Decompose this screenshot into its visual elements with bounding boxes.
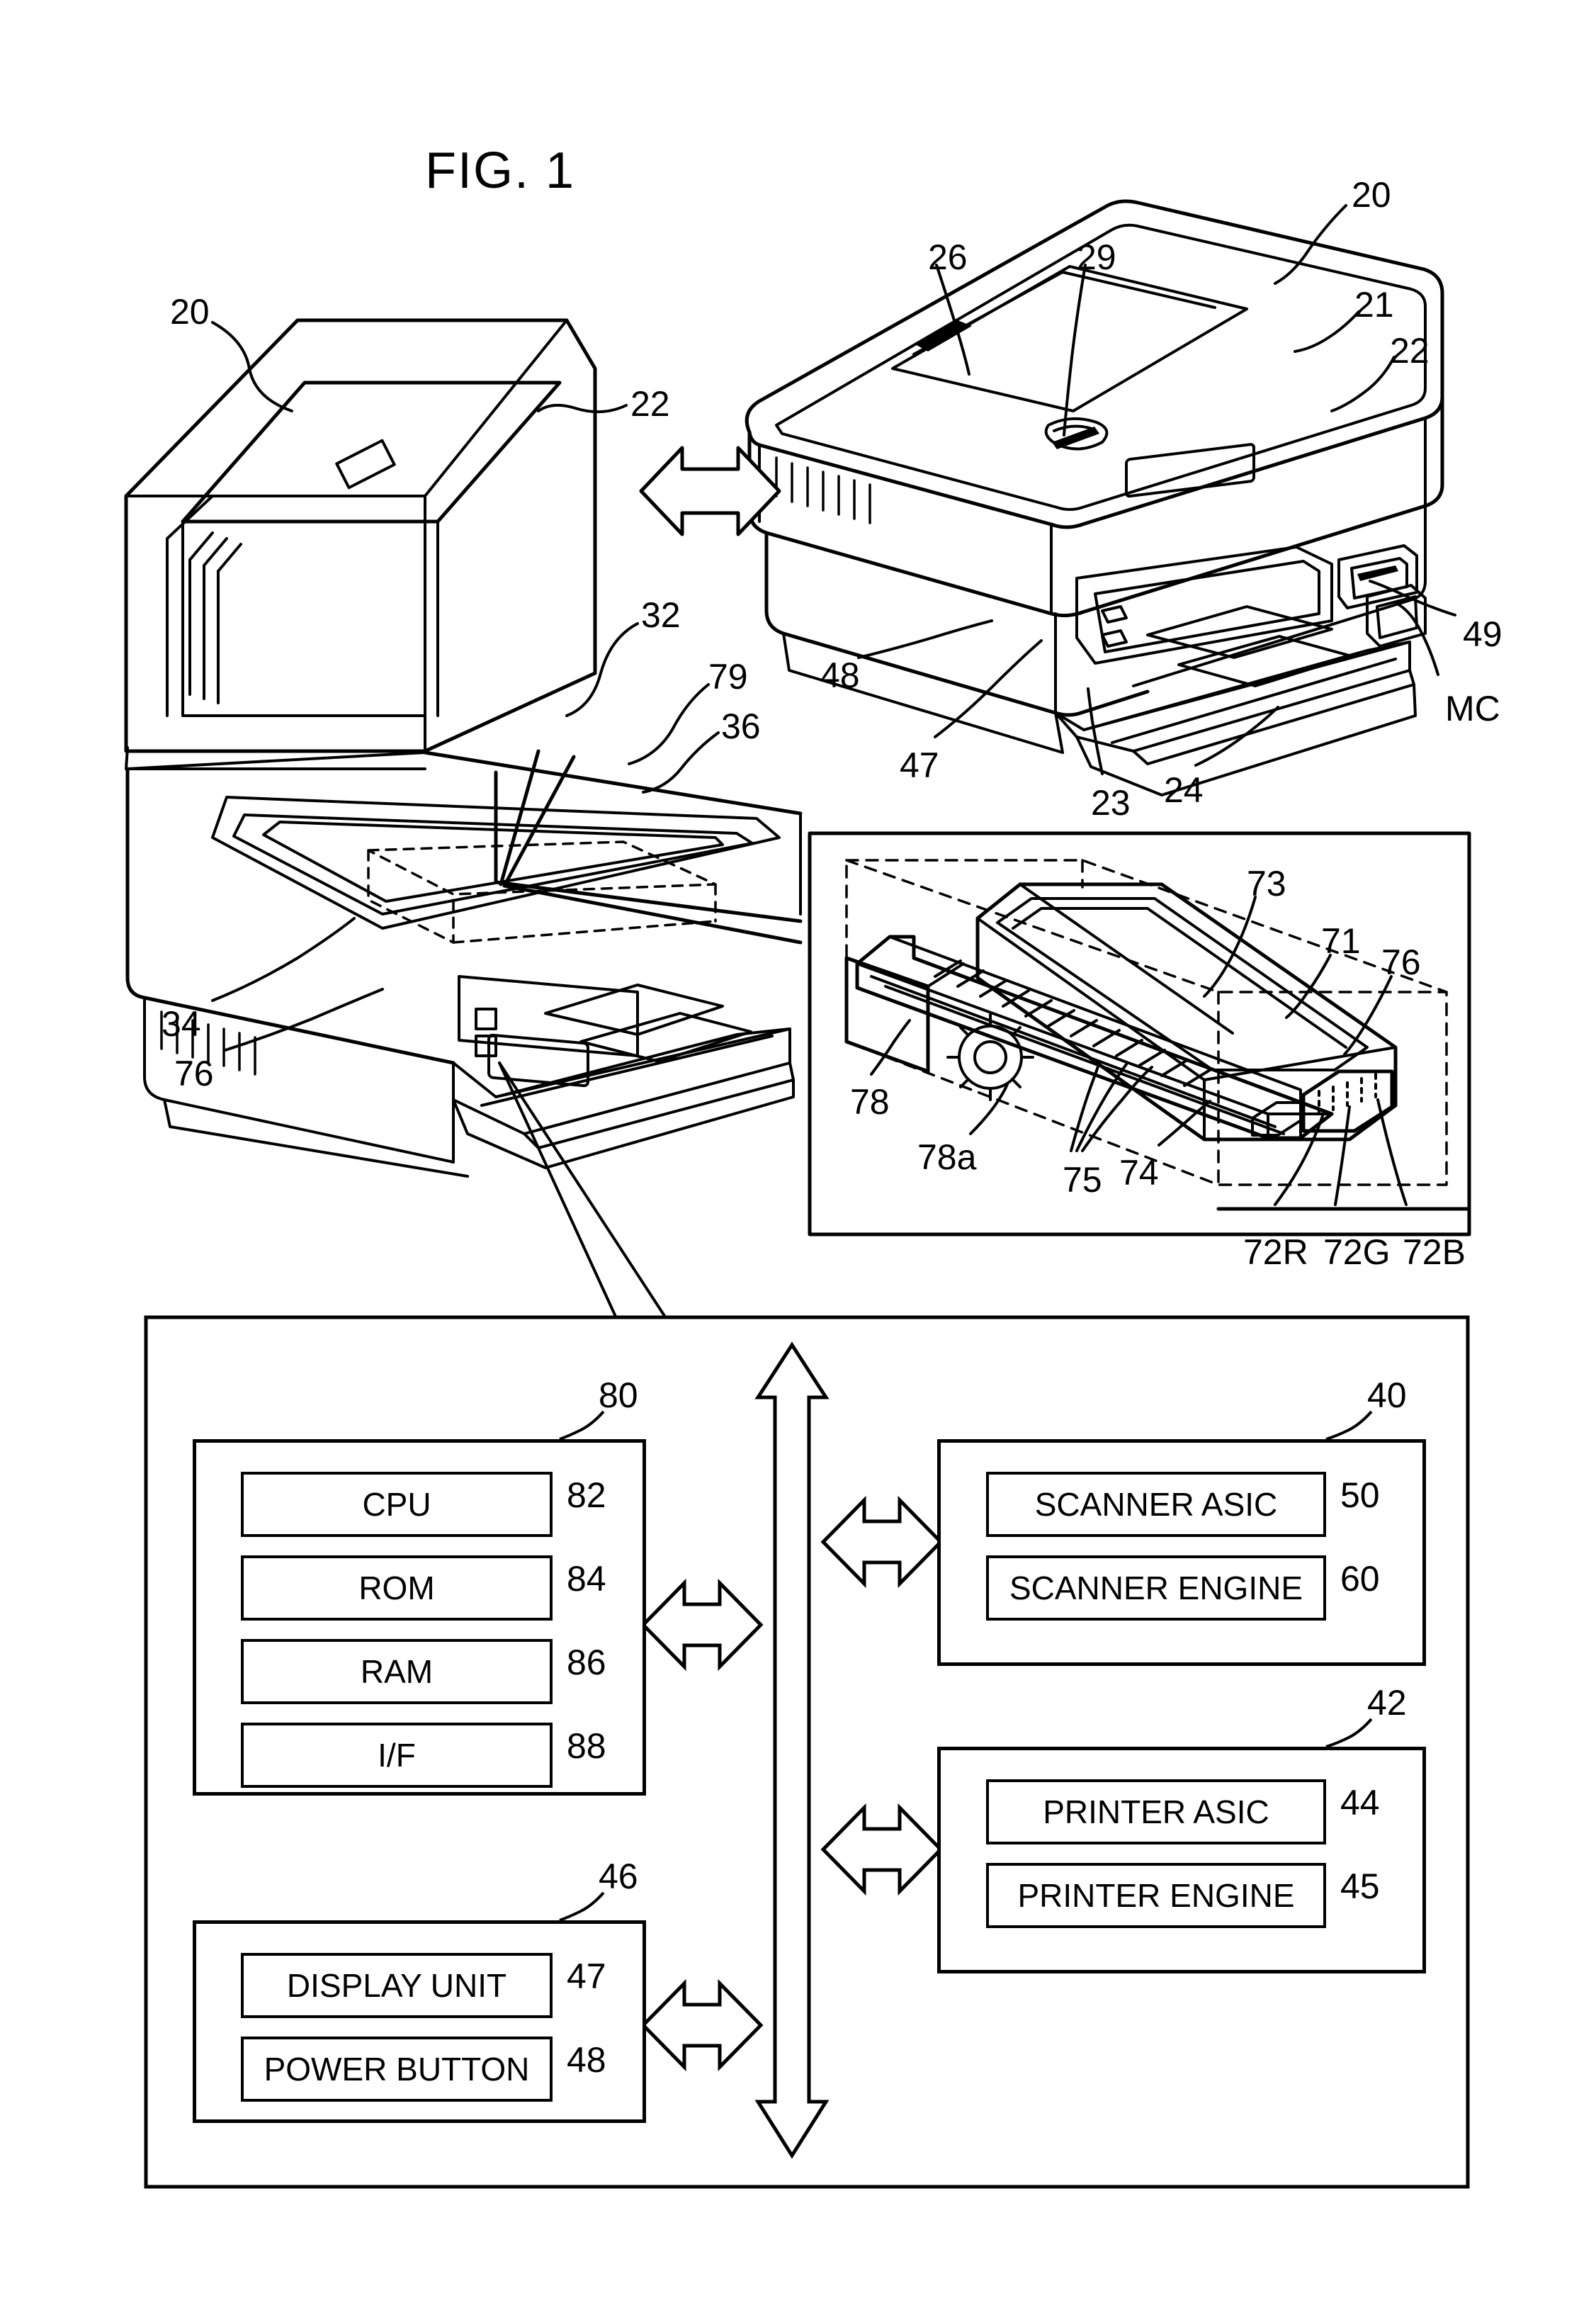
ref-numeral-right-49: 49 [1463, 614, 1502, 654]
ref-numeral-48-block: 48 [567, 2040, 606, 2080]
ref-numeral-84: 84 [567, 1559, 606, 1599]
ref-numeral-detail-72b: 72B [1403, 1232, 1466, 1272]
ref-numeral-right-48: 48 [820, 655, 860, 695]
ref-numeral-45: 45 [1340, 1866, 1380, 1906]
block-rom: ROM [241, 1555, 553, 1621]
block-printer-asic: PRINTER ASIC [986, 1779, 1326, 1844]
ref-numeral-detail-75: 75 [1063, 1160, 1102, 1200]
patent-figure-page: FIG. 1 CPU ROM RAM I/F DISPLAY UNIT POWE… [0, 0, 1596, 2315]
block-ram-label: RAM [360, 1653, 434, 1690]
ref-numeral-left-34: 34 [162, 1004, 201, 1044]
ref-numeral-right-29: 29 [1077, 237, 1116, 277]
ref-numeral-detail-78a: 78a [917, 1137, 977, 1177]
ref-numeral-82: 82 [567, 1475, 606, 1515]
ref-numeral-left-20: 20 [170, 292, 210, 332]
ref-numeral-left-32: 32 [641, 595, 681, 635]
ref-numeral-60: 60 [1340, 1559, 1380, 1599]
ref-numeral-86: 86 [567, 1643, 606, 1682]
block-printer-asic-label: PRINTER ASIC [1043, 1793, 1269, 1830]
block-cpu-label: CPU [362, 1486, 431, 1523]
ref-numeral-right-26: 26 [928, 237, 968, 277]
ref-numeral-88: 88 [567, 1726, 606, 1766]
ref-numeral-right-20: 20 [1352, 175, 1391, 215]
block-scanner-engine-label: SCANNER ENGINE [1009, 1570, 1303, 1606]
block-if: I/F [241, 1723, 553, 1788]
block-display-unit-label: DISPLAY UNIT [286, 1967, 507, 2004]
ref-numeral-42: 42 [1367, 1683, 1407, 1723]
block-scanner-asic-label: SCANNER ASIC [1034, 1486, 1278, 1523]
block-rom-label: ROM [358, 1570, 435, 1606]
block-scanner-engine: SCANNER ENGINE [986, 1555, 1326, 1621]
ref-numeral-detail-74: 74 [1119, 1153, 1159, 1193]
block-scanner-asic: SCANNER ASIC [986, 1472, 1326, 1537]
ref-numeral-80: 80 [599, 1375, 638, 1415]
ref-numeral-left-79: 79 [708, 657, 748, 697]
ref-numeral-detail-72r: 72R [1243, 1232, 1308, 1272]
ref-numeral-right-23: 23 [1091, 783, 1131, 823]
ref-numeral-right-47: 47 [900, 745, 939, 785]
ref-numeral-detail-76: 76 [1381, 942, 1421, 982]
ref-numeral-44: 44 [1340, 1783, 1380, 1823]
ref-numeral-right-22: 22 [1390, 331, 1430, 371]
ref-numeral-left-76: 76 [174, 1054, 214, 1093]
ref-numeral-50: 50 [1340, 1475, 1380, 1515]
ref-numeral-47-block: 47 [567, 1956, 606, 1996]
ref-numeral-right-21: 21 [1354, 285, 1394, 325]
ref-numeral-detail-71: 71 [1321, 921, 1361, 961]
block-power-button-label: POWER BUTTON [264, 2051, 530, 2088]
block-cpu: CPU [241, 1472, 553, 1537]
ref-numeral-detail-73: 73 [1247, 864, 1286, 903]
block-display-unit: DISPLAY UNIT [241, 1953, 553, 2018]
ref-numeral-right-24: 24 [1164, 770, 1204, 810]
block-if-label: I/F [378, 1737, 416, 1774]
ref-numeral-right-mc: MC [1445, 689, 1500, 728]
block-ram: RAM [241, 1639, 553, 1704]
block-power-button: POWER BUTTON [241, 2037, 553, 2102]
ref-numeral-left-22: 22 [630, 384, 670, 424]
ref-numeral-40: 40 [1367, 1375, 1407, 1415]
ref-numeral-detail-78: 78 [850, 1082, 890, 1122]
ref-numeral-46: 46 [599, 1857, 638, 1896]
block-printer-engine: PRINTER ENGINE [986, 1863, 1326, 1928]
block-printer-engine-label: PRINTER ENGINE [1017, 1877, 1295, 1914]
ref-numeral-left-36: 36 [721, 706, 761, 746]
ref-numeral-detail-72g: 72G [1323, 1232, 1391, 1272]
